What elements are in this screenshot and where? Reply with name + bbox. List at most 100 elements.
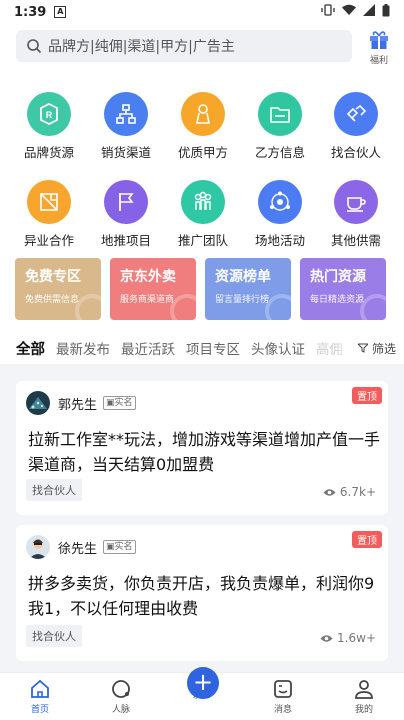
promo-card-hot[interactable]: 热门资源 每日精选资源 (300, 258, 386, 320)
verified-label: 实名 (114, 542, 133, 552)
publish-button[interactable]: + (187, 667, 219, 699)
view-count-value: 6.7k+ (339, 485, 376, 499)
verified-badge: ▣实名 (103, 396, 136, 410)
tab-latest[interactable]: 最新发布 (56, 338, 110, 358)
tab-high-commission[interactable]: 高佣 (316, 338, 343, 358)
bottom-nav: 首页 人脉 发布 + 消息 我的 (0, 667, 404, 720)
tab-all[interactable]: 全部 (16, 338, 45, 359)
avatar[interactable] (26, 391, 50, 415)
status-bar: 1:39 A (0, 0, 404, 24)
filter-label: 筛选 (371, 342, 396, 356)
nav-home[interactable]: 首页 (10, 678, 70, 715)
pinned-badge: 置顶 (352, 531, 382, 548)
post-card[interactable]: 郭先生 ▣实名 置顶 拉新工作室**玩法，增加游戏等渠道增加产值一手渠道商，当天… (16, 381, 388, 515)
category-label: 地推项目 (100, 233, 151, 248)
view-count: 6.7k+ (323, 485, 376, 499)
status-icons (321, 3, 390, 21)
category-other-supply[interactable]: 其他供需 (316, 180, 396, 249)
tab-projects[interactable]: 项目专区 (186, 338, 240, 358)
nav-mine[interactable]: 我的 (334, 678, 394, 715)
category-label: 销货渠道 (100, 145, 151, 160)
id-card-icon: ▣ (106, 398, 115, 408)
promo-card-jd-delivery[interactable]: 京东外卖 服务商渠道商 (110, 258, 196, 320)
category-label: 异业合作 (23, 233, 74, 248)
tab-active[interactable]: 最近活跃 (121, 338, 175, 358)
status-time: 1:39 (14, 4, 47, 20)
battery-icon (382, 3, 390, 21)
post-content[interactable]: 拼多多卖货，你负责开店，我负责爆单，利润你9我1，不以任何理由收费 (28, 571, 380, 621)
svg-text:R: R (46, 110, 53, 120)
category-quality-client[interactable]: 优质甲方 (163, 92, 243, 161)
id-card-icon: ▣ (106, 542, 115, 552)
home-icon (31, 679, 49, 698)
tab-avatar-verified[interactable]: 头像认证 (251, 338, 305, 358)
message-icon (274, 680, 292, 698)
promo-title: 免费专区 (25, 269, 81, 285)
category-label: 优质甲方 (177, 145, 228, 160)
category-promo-team[interactable]: 推广团队 (163, 180, 243, 249)
handshake-icon (334, 92, 378, 136)
search-bar[interactable]: 品牌方|纯佣|渠道|甲方|广告主 (16, 30, 352, 62)
gift-button[interactable]: 福利 (362, 28, 396, 66)
nav-contacts-label: 人脉 (111, 705, 130, 715)
chef-icon (181, 92, 225, 136)
author-name[interactable]: 郭先生 (58, 394, 97, 413)
category-label: 场地活动 (254, 233, 305, 248)
gift-label: 福利 (369, 56, 388, 66)
cube-icon (27, 180, 71, 224)
category-label: 找合伙人 (330, 145, 381, 160)
post-content[interactable]: 拉新工作室**玩法，增加游戏等渠道增加产值一手渠道商，当天结算0加盟费 (28, 427, 380, 477)
team-icon (181, 180, 225, 224)
nav-contacts[interactable]: 人脉 (91, 678, 151, 715)
promo-card-free[interactable]: 免费专区 免费供需信息 (15, 258, 101, 320)
avatar[interactable] (26, 535, 50, 559)
verified-label: 实名 (114, 398, 133, 408)
flag-icon (104, 180, 148, 224)
eye-icon (323, 488, 336, 496)
category-label: 其他供需 (330, 233, 381, 248)
view-count-value: 1.6w+ (337, 631, 376, 645)
promo-title: 热门资源 (310, 269, 366, 285)
hub-icon (258, 180, 302, 224)
notification-a-icon: A (54, 6, 67, 18)
filter-icon (356, 343, 370, 353)
category-label: 乙方信息 (254, 145, 305, 160)
nav-home-label: 首页 (30, 705, 49, 715)
r-shield-icon: R (27, 92, 71, 136)
network-icon (104, 92, 148, 136)
category-label: 品牌货源 (23, 145, 74, 160)
folder-icon (258, 92, 302, 136)
category-find-partner[interactable]: 找合伙人 (316, 92, 396, 161)
wifi-icon (342, 4, 356, 20)
category-cross-industry[interactable]: 异业合作 (9, 180, 89, 249)
verified-badge: ▣实名 (103, 540, 136, 554)
promo-cards: 免费专区 免费供需信息 京东外卖 服务商渠道商 资源榜单 留言量排行榜 热门资源… (15, 258, 386, 320)
top-section: 品牌方|纯佣|渠道|甲方|广告主 福利 R 品牌货源 销货渠道 优质甲方 乙方信… (0, 24, 404, 349)
post-category-tag[interactable]: 找合伙人 (26, 479, 82, 501)
promo-card-ranking[interactable]: 资源榜单 留言量排行榜 (205, 258, 291, 320)
author-name[interactable]: 徐先生 (58, 538, 97, 557)
cup-icon (334, 180, 378, 224)
nav-messages-label: 消息 (273, 705, 292, 715)
pinned-badge: 置顶 (352, 387, 382, 404)
signal-icon (363, 4, 375, 20)
category-brand-supply[interactable]: R 品牌货源 (9, 92, 89, 161)
category-ground-promo[interactable]: 地推项目 (86, 180, 166, 249)
category-venue-events[interactable]: 场地活动 (240, 180, 320, 249)
post-category-tag[interactable]: 找合伙人 (26, 625, 82, 647)
category-sales-channel[interactable]: 销货渠道 (86, 92, 166, 161)
nav-mine-label: 我的 (354, 705, 373, 715)
post-card[interactable]: 徐先生 ▣实名 置顶 拼多多卖货，你负责开店，我负责爆单，利润你9我1，不以任何… (16, 525, 388, 661)
category-label: 推广团队 (177, 233, 228, 248)
search-icon (27, 39, 42, 54)
filter-button[interactable]: 筛选 (352, 340, 396, 357)
view-count: 1.6w+ (320, 631, 376, 645)
category-partyb-info[interactable]: 乙方信息 (240, 92, 320, 161)
post-header: 郭先生 ▣实名 (26, 391, 136, 415)
filter-tabs: 全部 最新发布 最近活跃 项目专区 头像认证 高佣 筛选 (0, 332, 404, 364)
vibrate-icon (321, 4, 335, 20)
post-header: 徐先生 ▣实名 (26, 535, 136, 559)
nav-messages[interactable]: 消息 (253, 678, 313, 715)
profile-icon (355, 680, 373, 699)
search-placeholder: 品牌方|纯佣|渠道|甲方|广告主 (48, 39, 235, 55)
